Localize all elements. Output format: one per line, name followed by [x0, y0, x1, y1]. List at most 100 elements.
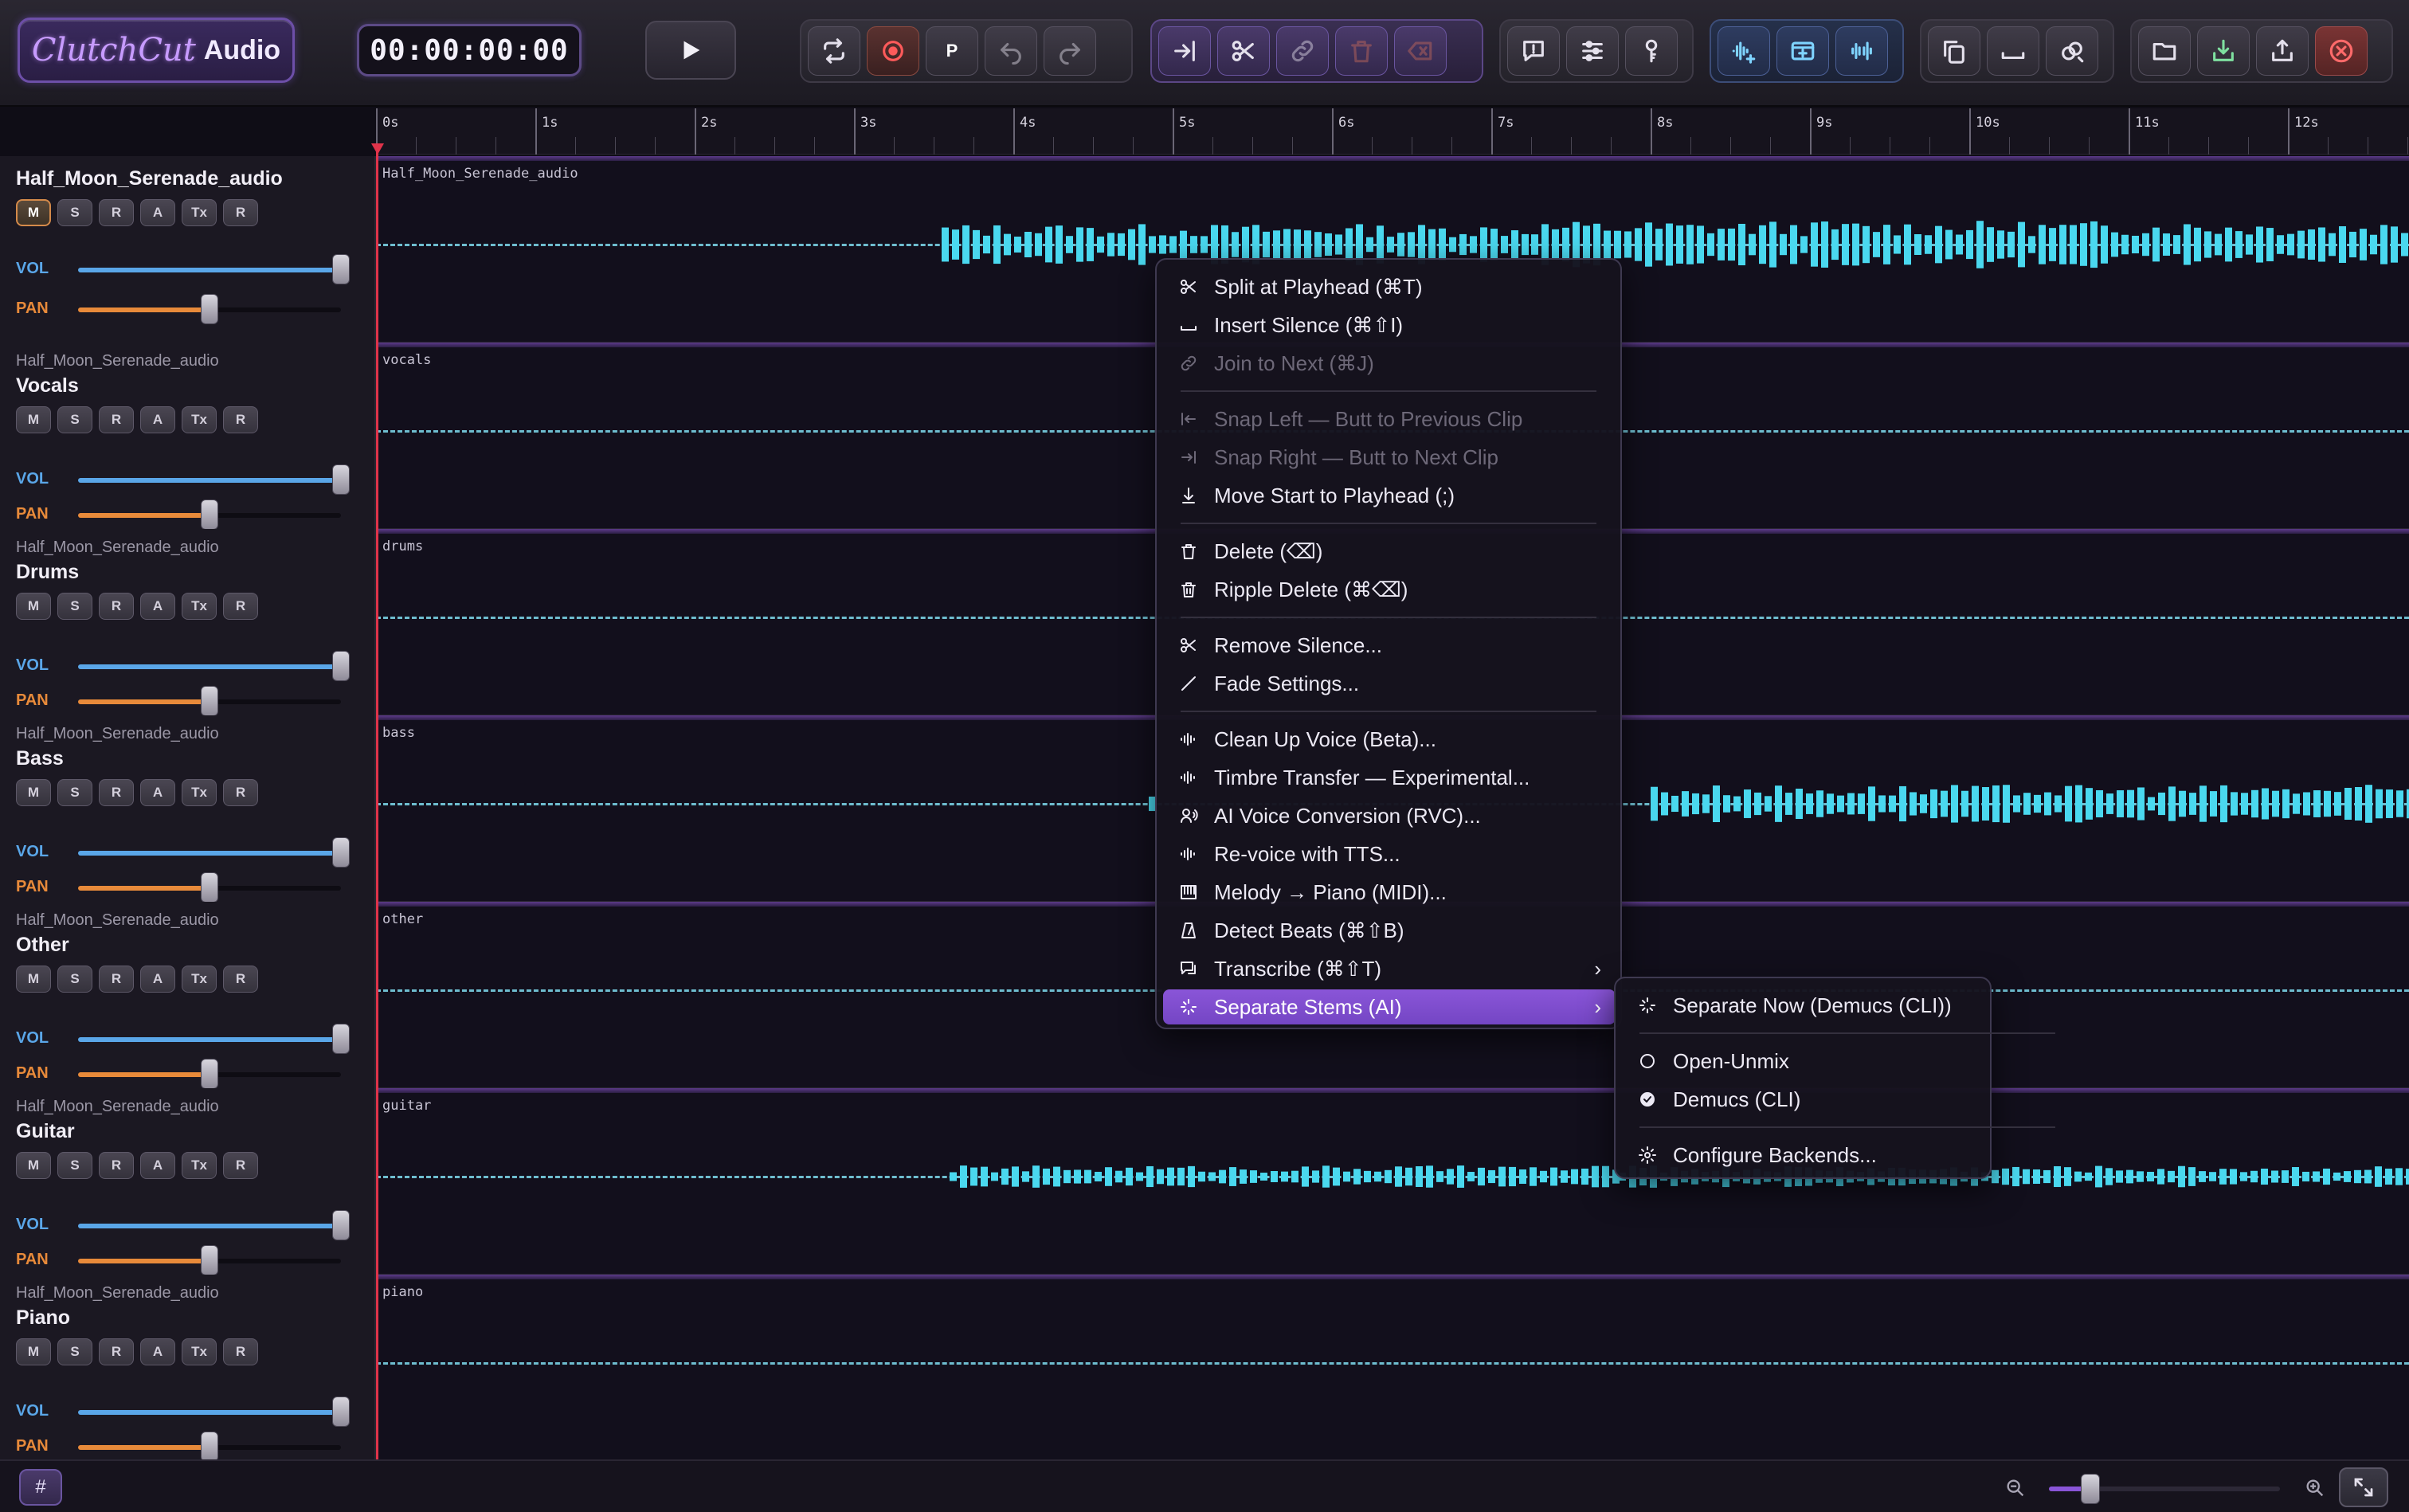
import-button[interactable] — [2197, 26, 2250, 76]
unlink-button[interactable] — [2046, 26, 2098, 76]
redo-button[interactable] — [1044, 26, 1096, 76]
mute-button[interactable]: M — [16, 1338, 51, 1365]
zoom-in-icon[interactable] — [2304, 1477, 2326, 1499]
solo-button[interactable]: S — [57, 966, 92, 993]
read-button[interactable]: R — [223, 1152, 258, 1179]
mute-button[interactable]: M — [16, 966, 51, 993]
auto-button[interactable]: A — [140, 1152, 175, 1179]
volume-slider[interactable] — [78, 464, 350, 495]
zoom-knob[interactable] — [2081, 1474, 2101, 1504]
solo-button[interactable]: S — [57, 779, 92, 806]
menu-item-remove-silence[interactable]: Remove Silence... — [1163, 628, 1616, 663]
auto-button[interactable]: A — [140, 199, 175, 226]
solo-button[interactable]: S — [57, 1338, 92, 1365]
auto-button[interactable]: A — [140, 406, 175, 433]
pan-slider[interactable] — [78, 1245, 341, 1275]
pan-slider[interactable] — [78, 872, 341, 903]
clip-lane[interactable]: piano — [376, 1275, 2409, 1461]
pan-knob[interactable] — [201, 1059, 218, 1089]
pan-knob[interactable] — [201, 686, 218, 716]
split-button[interactable] — [1217, 26, 1270, 76]
volume-knob[interactable] — [332, 464, 350, 495]
record-arm-button[interactable]: R — [99, 406, 134, 433]
window-add-button[interactable] — [1776, 26, 1829, 76]
record-arm-button[interactable]: R — [99, 199, 134, 226]
solo-button[interactable]: S — [57, 199, 92, 226]
menu-item-configure-backends[interactable]: Configure Backends... — [1622, 1138, 1985, 1173]
volume-slider[interactable] — [78, 1210, 350, 1240]
auto-button[interactable]: A — [140, 593, 175, 620]
volume-knob[interactable] — [332, 254, 350, 284]
volume-knob[interactable] — [332, 651, 350, 681]
tx-button[interactable]: Tx — [182, 1152, 217, 1179]
undo-button[interactable] — [985, 26, 1037, 76]
mixer-button[interactable] — [1566, 26, 1619, 76]
record-arm-button[interactable]: R — [99, 966, 134, 993]
menu-item-separate-now-demucs-cli[interactable]: Separate Now (Demucs (CLI)) — [1622, 988, 1985, 1023]
delete-button[interactable] — [1335, 26, 1388, 76]
volume-knob[interactable] — [332, 1024, 350, 1054]
tx-button[interactable]: Tx — [182, 966, 217, 993]
pan-knob[interactable] — [201, 499, 218, 530]
join-button[interactable] — [1276, 26, 1329, 76]
record-arm-button[interactable]: R — [99, 779, 134, 806]
read-button[interactable]: R — [223, 966, 258, 993]
record-arm-button[interactable]: R — [99, 1338, 134, 1365]
erase-button[interactable] — [1394, 26, 1447, 76]
mute-button[interactable]: M — [16, 593, 51, 620]
snap-playhead-button[interactable] — [1158, 26, 1211, 76]
playhead[interactable] — [376, 148, 378, 1459]
copy-button[interactable] — [1928, 26, 1980, 76]
read-button[interactable]: R — [223, 593, 258, 620]
open-button[interactable] — [2138, 26, 2191, 76]
mute-button[interactable]: M — [16, 779, 51, 806]
comment-button[interactable] — [1507, 26, 1560, 76]
pan-slider[interactable] — [78, 499, 341, 530]
play-button[interactable] — [645, 21, 736, 80]
menu-item-fade-settings[interactable]: Fade Settings... — [1163, 666, 1616, 701]
grid-toggle-button[interactable]: # — [19, 1469, 62, 1506]
menu-item-delete[interactable]: Delete (⌫) — [1163, 534, 1616, 569]
volume-slider[interactable] — [78, 1396, 350, 1427]
auto-button[interactable]: A — [140, 966, 175, 993]
solo-button[interactable]: S — [57, 593, 92, 620]
volume-slider[interactable] — [78, 651, 350, 681]
tx-button[interactable]: Tx — [182, 779, 217, 806]
record-arm-button[interactable]: R — [99, 1152, 134, 1179]
zoom-slider[interactable] — [2049, 1474, 2280, 1504]
pan-knob[interactable] — [201, 872, 218, 903]
read-button[interactable]: R — [223, 779, 258, 806]
menu-item-re-voice-with-tts[interactable]: Re-voice with TTS... — [1163, 836, 1616, 872]
mute-button[interactable]: M — [16, 199, 51, 226]
timeline-ruler[interactable]: 0s 1s 2s 3s 4s 5s 6s 7s 8s 9s 10s 11s 12s — [376, 108, 2409, 155]
auto-button[interactable]: A — [140, 1338, 175, 1365]
pan-slider[interactable] — [78, 294, 341, 324]
clip-lane[interactable]: guitar — [376, 1088, 2409, 1275]
menu-item-ai-voice-conversion-rvc[interactable]: AI Voice Conversion (RVC)... — [1163, 798, 1616, 833]
tx-button[interactable]: Tx — [182, 593, 217, 620]
zoom-out-icon[interactable] — [2004, 1477, 2027, 1499]
pan-knob[interactable] — [201, 1245, 218, 1275]
solo-button[interactable]: S — [57, 1152, 92, 1179]
menu-item-insert-silence-i[interactable]: Insert Silence (⌘⇧I) — [1163, 307, 1616, 343]
silence-button[interactable] — [1987, 26, 2039, 76]
volume-slider[interactable] — [78, 254, 350, 284]
mute-button[interactable]: M — [16, 1152, 51, 1179]
menu-item-separate-stems-ai[interactable]: Separate Stems (AI) › — [1163, 989, 1616, 1024]
pan-knob[interactable] — [201, 294, 218, 324]
export-button[interactable] — [2256, 26, 2309, 76]
tx-button[interactable]: Tx — [182, 1338, 217, 1365]
read-button[interactable]: R — [223, 406, 258, 433]
menu-item-transcribe-t[interactable]: Transcribe (⌘⇧T) › — [1163, 951, 1616, 986]
waveform-split-button[interactable] — [1835, 26, 1888, 76]
menu-item-demucs-cli[interactable]: Demucs (CLI) — [1622, 1082, 1985, 1117]
volume-slider[interactable] — [78, 1024, 350, 1054]
close-project-button[interactable] — [2315, 26, 2368, 76]
pan-slider[interactable] — [78, 686, 341, 716]
key-button[interactable] — [1625, 26, 1678, 76]
volume-knob[interactable] — [332, 837, 350, 868]
read-button[interactable]: R — [223, 1338, 258, 1365]
fit-view-button[interactable] — [2339, 1467, 2388, 1507]
menu-item-open-unmix[interactable]: Open-Unmix — [1622, 1044, 1985, 1079]
punch-button[interactable]: P — [926, 26, 978, 76]
